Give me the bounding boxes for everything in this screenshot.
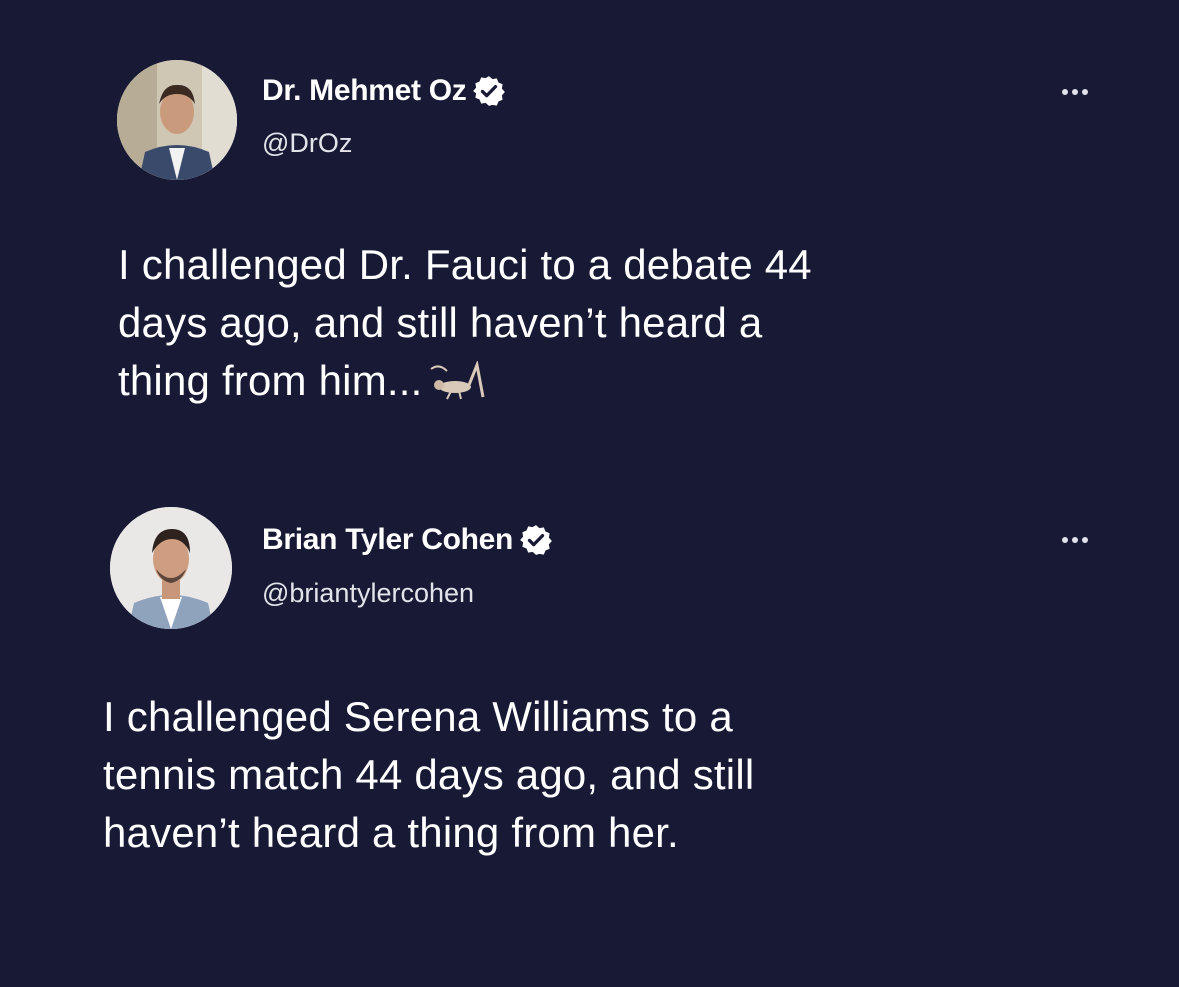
tweet-body-line: I challenged Dr. Fauci to a debate 44 bbox=[118, 241, 812, 288]
cricket-emoji-icon bbox=[429, 361, 484, 400]
display-name[interactable]: Dr. Mehmet Oz bbox=[262, 74, 467, 108]
tweet-body-line: I challenged Serena Williams to a bbox=[103, 693, 733, 740]
verified-badge-icon bbox=[473, 76, 506, 106]
avatar-photo-icon bbox=[110, 507, 232, 629]
verified-badge-icon bbox=[520, 525, 552, 555]
avatar-photo-icon bbox=[117, 60, 237, 180]
tweet-body-line-text: thing from him... bbox=[118, 357, 423, 404]
more-horizontal-icon[interactable] bbox=[1062, 89, 1088, 95]
avatar[interactable] bbox=[110, 507, 232, 629]
handle[interactable]: @DrOz bbox=[262, 128, 352, 159]
tweet-body: I challenged Serena Williams to a tennis… bbox=[103, 688, 754, 862]
avatar[interactable] bbox=[117, 60, 237, 180]
tweet-body-line: tennis match 44 days ago, and still bbox=[103, 751, 755, 798]
handle[interactable]: @briantylercohen bbox=[262, 578, 474, 609]
tweet-body-line: thing from him... bbox=[118, 352, 812, 410]
more-horizontal-icon[interactable] bbox=[1062, 537, 1088, 543]
display-name[interactable]: Brian Tyler Cohen bbox=[262, 523, 513, 557]
screenshot-page: Dr. Mehmet Oz @DrOz I challenged Dr. Fau… bbox=[0, 0, 1179, 987]
tweet-body: I challenged Dr. Fauci to a debate 44 da… bbox=[118, 236, 812, 410]
tweet-body-line: haven’t heard a thing from her. bbox=[103, 809, 679, 856]
tweet-body-line: days ago, and still haven’t heard a bbox=[118, 299, 763, 346]
